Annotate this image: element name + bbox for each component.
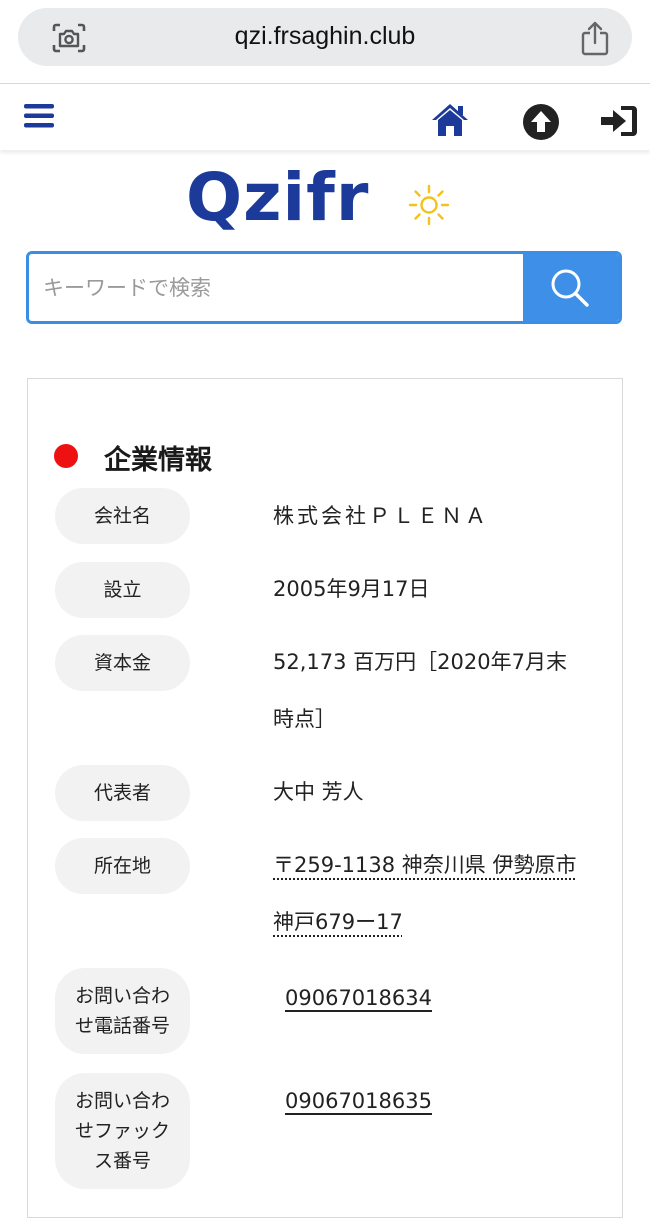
login-icon[interactable] [599, 104, 639, 138]
label-address: 所在地 [55, 838, 190, 894]
value-established: 2005年9月17日 [273, 577, 430, 601]
value-phone-link[interactable]: 09067018634 [285, 983, 605, 1013]
url-text[interactable]: qzi.frsaghin.club [18, 22, 632, 51]
site-logo[interactable]: Qzifr [186, 158, 369, 238]
section-title: 企業情報 [104, 445, 212, 476]
label-fax: お問い合わせファックス番号 [55, 1073, 190, 1189]
share-icon[interactable] [580, 20, 610, 56]
arrow-up-icon[interactable] [522, 103, 560, 141]
label-phone: お問い合わせ電話番号 [55, 968, 190, 1054]
label-established: 設立 [55, 562, 190, 618]
label-representative: 代表者 [55, 765, 190, 821]
value-capital: 52,173 百万円［2020年7月末時点］ [273, 650, 567, 731]
search-form [26, 251, 622, 324]
menu-icon[interactable] [24, 104, 54, 128]
search-icon [551, 269, 589, 307]
browser-address-bar[interactable]: qzi.frsaghin.club [18, 8, 632, 66]
value-fax-link[interactable]: 09067018635 [285, 1086, 605, 1116]
section-bullet [54, 444, 78, 468]
home-icon[interactable] [430, 102, 470, 138]
sun-icon [408, 184, 450, 226]
search-input[interactable] [29, 254, 526, 321]
value-address-link[interactable]: 〒259-1138 神奈川県 伊勢原市 神戸679ー17 [273, 837, 585, 951]
site-header [0, 84, 650, 150]
value-representative: 大中 芳人 [273, 780, 364, 804]
label-company-name: 会社名 [55, 488, 190, 544]
value-company-name: 株式会社ＰＬＥＮＡ [273, 504, 489, 528]
label-capital: 資本金 [55, 635, 190, 691]
search-button[interactable] [523, 254, 619, 321]
